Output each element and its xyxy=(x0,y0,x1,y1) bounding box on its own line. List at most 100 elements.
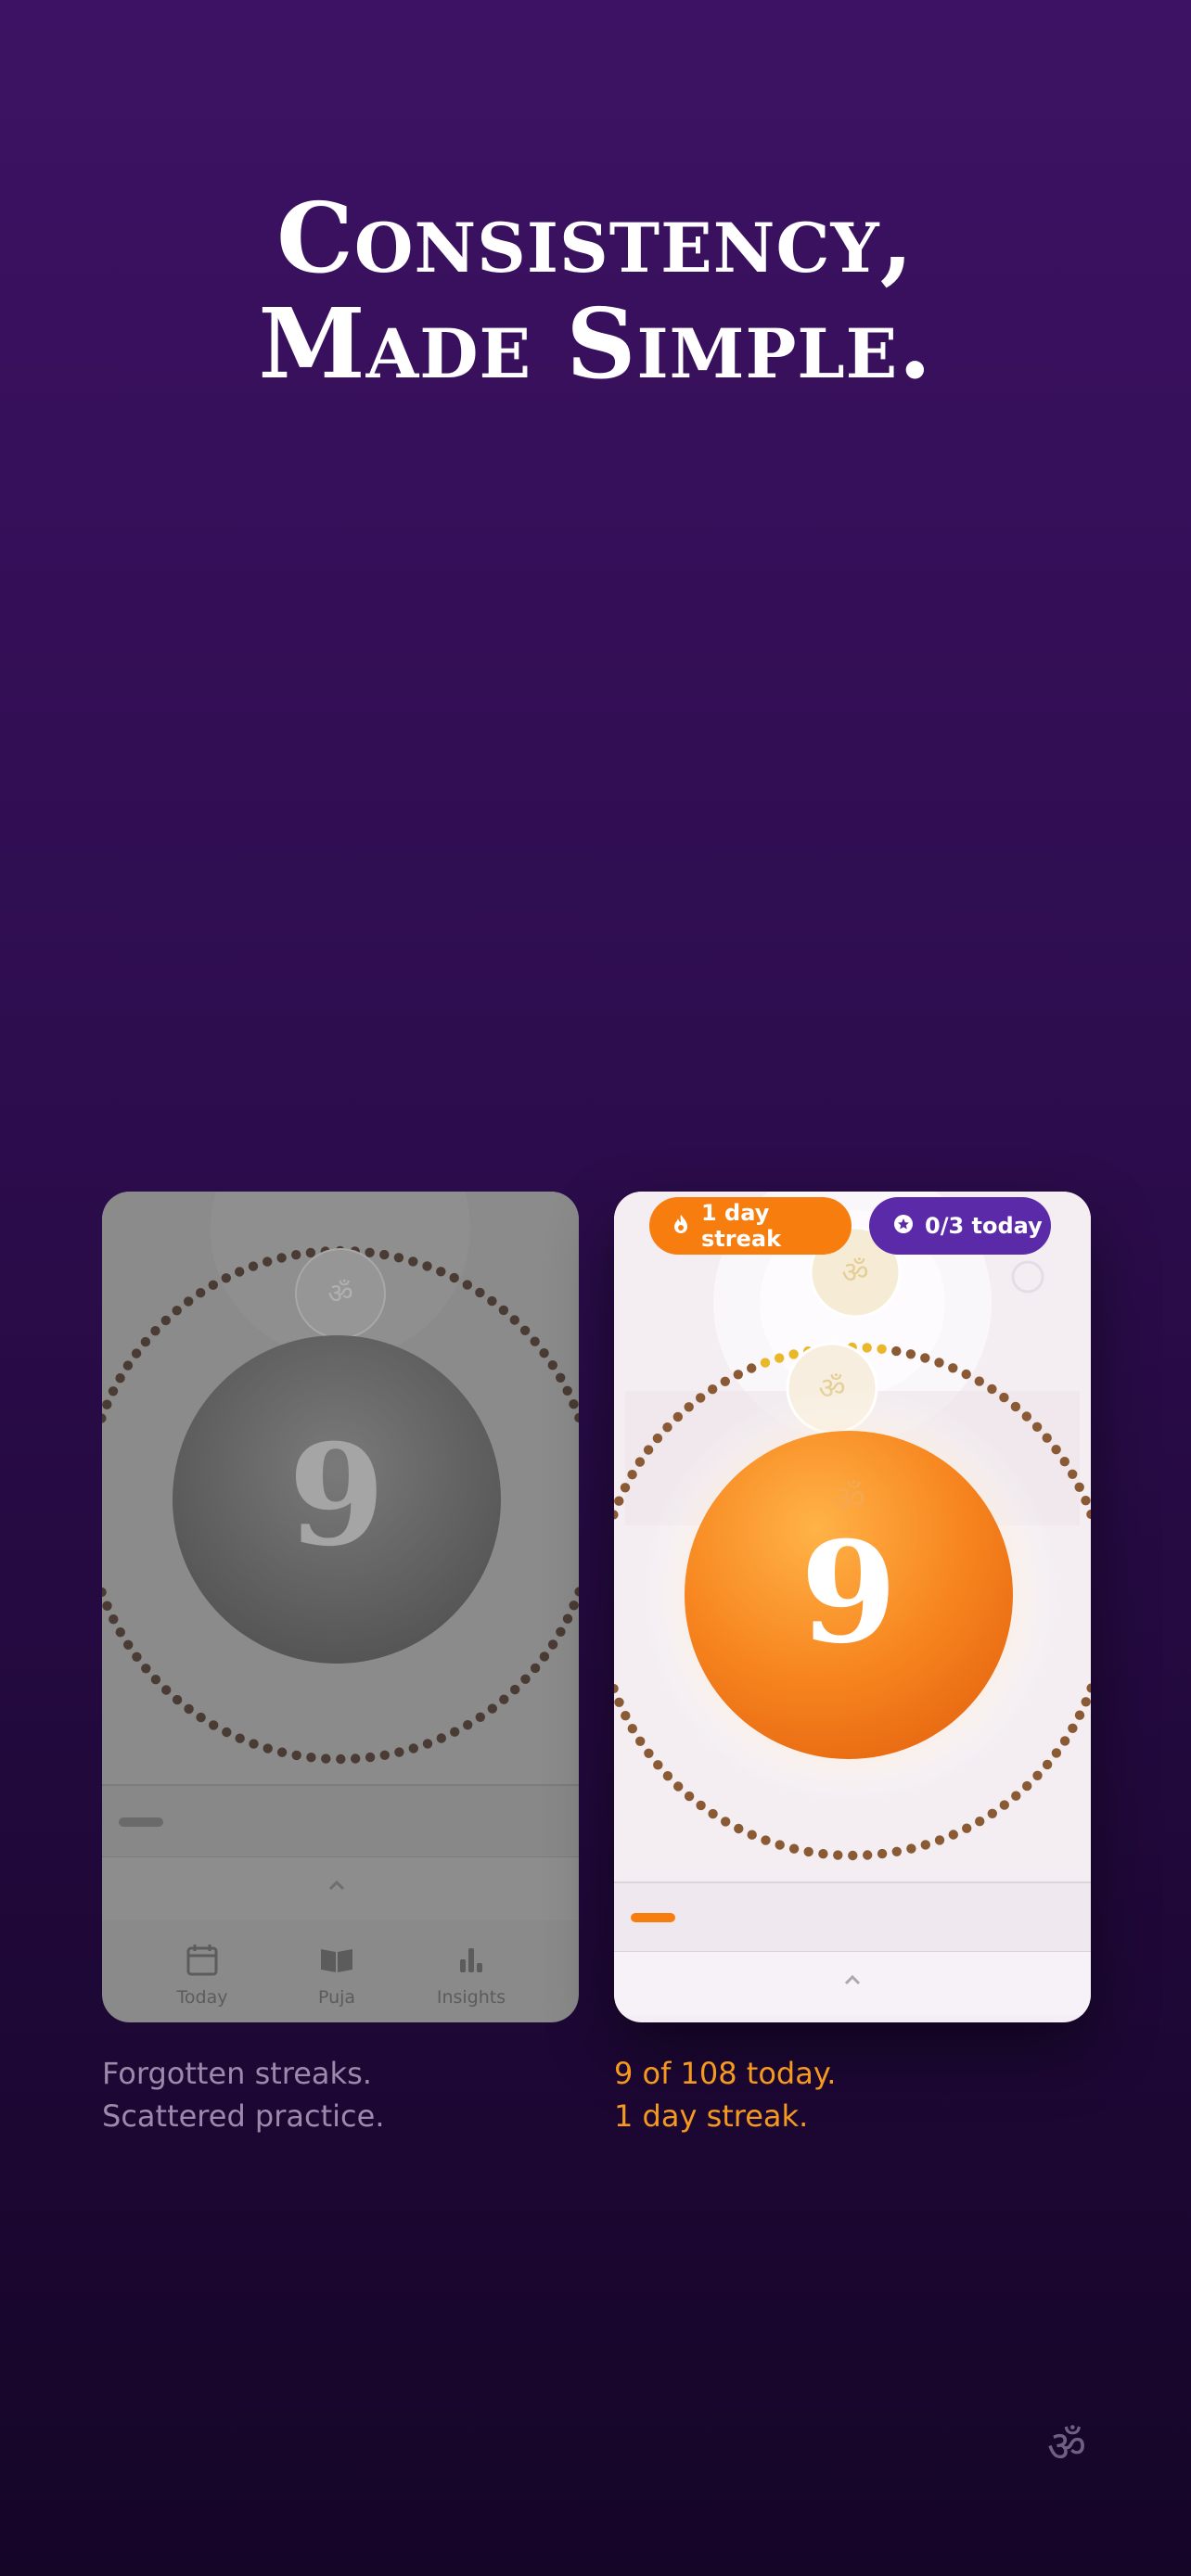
mala-bead xyxy=(276,1253,287,1263)
mala-bead xyxy=(498,1305,509,1316)
mala-bead xyxy=(635,1736,646,1746)
mala-bead xyxy=(818,1849,828,1859)
mala-bead xyxy=(547,1639,558,1650)
mala-bead xyxy=(975,1817,985,1827)
counter-value: 9 xyxy=(288,1414,385,1577)
mala-bead xyxy=(150,1326,160,1336)
mala-bead xyxy=(509,1315,519,1325)
mala-bead xyxy=(1021,1411,1031,1422)
mala-bead xyxy=(115,1627,125,1638)
today-pill-label: 0/3 today xyxy=(925,1213,1043,1239)
mala-bead xyxy=(539,1651,550,1662)
mala-bead xyxy=(291,1250,301,1260)
mala-bead xyxy=(379,1750,390,1760)
mala-bead xyxy=(102,1600,112,1611)
tab-label: Today xyxy=(176,1987,228,2008)
mala-bead xyxy=(948,1830,958,1840)
mala-bead xyxy=(209,1720,219,1730)
mala-bead xyxy=(336,1753,346,1765)
mala-bead xyxy=(634,1457,646,1467)
mala-bead xyxy=(1081,1697,1091,1707)
mala-bead xyxy=(172,1694,183,1705)
book-icon xyxy=(321,1949,352,1972)
mala-bead xyxy=(408,1743,418,1753)
mala-bead xyxy=(862,1343,872,1353)
mala-bead xyxy=(109,1614,119,1625)
mala-bead xyxy=(235,1733,245,1743)
flame-icon xyxy=(672,1214,690,1239)
caption-before: Forgotten streaks. Scattered practice. xyxy=(102,2052,384,2137)
mala-bead xyxy=(621,1711,631,1721)
mala-bead xyxy=(961,1369,971,1380)
headline: Consistency, Made Simple. xyxy=(0,190,1191,392)
caption-after: 9 of 108 today. 1 day streak. xyxy=(614,2052,836,2137)
mala-bead xyxy=(141,1664,151,1674)
mala-bead xyxy=(569,1399,579,1409)
mala-bead xyxy=(263,1256,273,1267)
mala-bead xyxy=(974,1376,984,1386)
mala-bead xyxy=(1031,1422,1043,1432)
mala-bead xyxy=(877,1344,887,1354)
headline-line-1: Consistency, xyxy=(276,181,915,295)
mala-bead xyxy=(999,1800,1009,1810)
mala-bead xyxy=(394,1747,404,1757)
star-badge-icon xyxy=(893,1214,914,1239)
mala-bead xyxy=(905,1349,916,1359)
mala-bead xyxy=(734,1823,744,1834)
mala-bead xyxy=(788,1349,799,1359)
mala-bead xyxy=(1059,1457,1069,1467)
caption-line: Forgotten streaks. xyxy=(102,2056,372,2091)
mala-bead xyxy=(652,1433,663,1444)
mala-bead xyxy=(221,1273,231,1283)
mala-bead xyxy=(248,1261,259,1271)
mala-bead xyxy=(263,1743,273,1753)
counter-value: 9 xyxy=(800,1511,897,1675)
mala-bead xyxy=(172,1306,182,1316)
mala-bead xyxy=(747,1363,757,1373)
mala-bead xyxy=(140,1336,151,1347)
mala-bead xyxy=(934,1835,945,1845)
caption-line: 9 of 108 today. xyxy=(614,2056,837,2091)
mala-bead xyxy=(365,1247,375,1257)
mala-bead xyxy=(150,1675,161,1685)
caption-line: 1 day streak. xyxy=(614,2098,809,2134)
tab-insights[interactable]: Insights xyxy=(420,1941,522,2008)
mala-bead xyxy=(208,1280,218,1290)
today-goal-pill[interactable]: 0/3 today xyxy=(869,1197,1051,1255)
mala-bead xyxy=(1059,1736,1070,1746)
mala-bead xyxy=(408,1256,418,1267)
mala-bead xyxy=(891,1345,902,1357)
tab-today[interactable]: Today xyxy=(151,1941,253,2008)
tab-puja[interactable]: Puja xyxy=(286,1941,388,2008)
mala-bead xyxy=(1022,1780,1032,1792)
mala-bead xyxy=(547,1360,557,1371)
mala-bead xyxy=(235,1267,245,1277)
mala-bead xyxy=(436,1733,446,1743)
mala-bead xyxy=(321,1753,331,1764)
mala-bead xyxy=(160,1315,171,1326)
mala-bead xyxy=(487,1295,497,1307)
mala-bead xyxy=(132,1651,142,1662)
mala-bead xyxy=(761,1835,771,1845)
mala-bead xyxy=(863,1850,873,1860)
mala-bead xyxy=(644,1748,654,1758)
mala-bead xyxy=(920,1353,930,1363)
mala-bead xyxy=(1032,1770,1043,1780)
mala-bead xyxy=(708,1384,718,1395)
mala-bead xyxy=(556,1372,566,1383)
mala-bead xyxy=(920,1840,930,1850)
om-symbol-icon: ॐ xyxy=(1047,2421,1086,2471)
mala-bead xyxy=(276,1747,288,1757)
mala-bead xyxy=(788,1843,800,1854)
mala-bead xyxy=(222,1727,232,1738)
mala-bead xyxy=(620,1483,631,1493)
mala-bead xyxy=(556,1626,566,1637)
mala-bead xyxy=(1081,1496,1091,1506)
mala-bead xyxy=(520,1674,531,1684)
streak-pill[interactable]: 1 day streak xyxy=(649,1197,852,1255)
mala-bead xyxy=(1074,1482,1084,1492)
mala-bead xyxy=(614,1697,624,1707)
mala-bead xyxy=(462,1280,472,1290)
mala-bead xyxy=(449,1272,459,1283)
mala-bead xyxy=(131,1348,142,1358)
